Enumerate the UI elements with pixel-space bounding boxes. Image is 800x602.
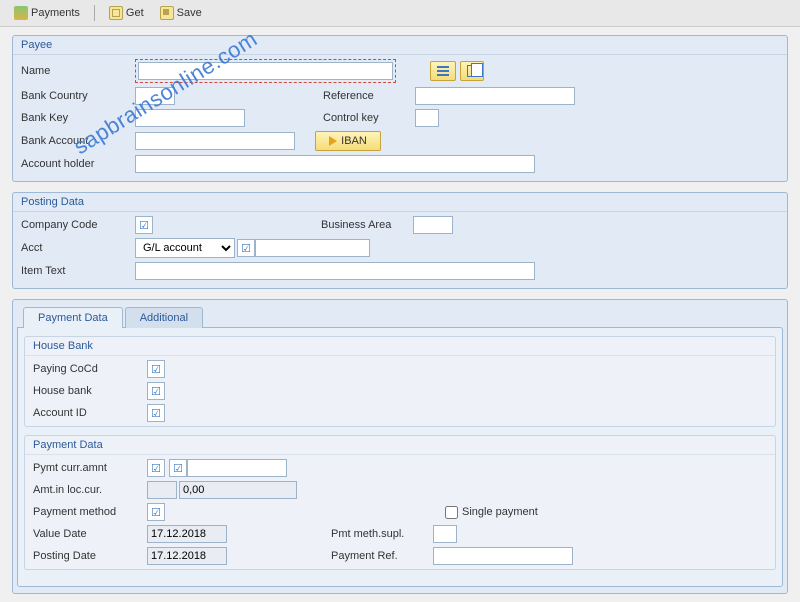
bank-account-label: Bank Account [17, 135, 135, 147]
name-label: Name [17, 65, 135, 77]
pymt-curr-label: Pymt curr.amnt [29, 462, 147, 474]
acct-check[interactable]: ☑ [237, 239, 255, 257]
toolbar: Payments Get Save [0, 0, 800, 27]
get-icon [109, 6, 123, 20]
company-code-label: Company Code [17, 219, 135, 231]
control-key-label: Control key [315, 112, 415, 124]
copy-button[interactable] [460, 61, 484, 81]
house-bank-title: House Bank [25, 337, 775, 356]
control-key-input[interactable] [415, 109, 439, 127]
copy-icon [467, 65, 477, 77]
tabs-container: Payment Data Additional House Bank Payin… [12, 299, 788, 594]
payment-data-title: Payment Data [25, 436, 775, 455]
value-date-input[interactable] [147, 525, 227, 543]
house-bank-panel: House Bank Paying CoCd ☑ House bank ☑ Ac… [24, 336, 776, 427]
reference-input[interactable] [415, 87, 575, 105]
payee-title: Payee [13, 36, 787, 55]
payments-label: Payments [31, 7, 80, 19]
list-icon [437, 66, 449, 76]
item-text-label: Item Text [17, 265, 135, 277]
posting-date-label: Posting Date [29, 550, 147, 562]
payment-ref-label: Payment Ref. [323, 550, 433, 562]
payments-icon [14, 6, 28, 20]
payment-method-check[interactable]: ☑ [147, 503, 165, 521]
paying-cocd-label: Paying CoCd [29, 363, 147, 375]
save-label: Save [177, 7, 202, 19]
pymt-curr-check[interactable]: ☑ [147, 459, 165, 477]
get-label: Get [126, 7, 144, 19]
house-bank-label: House bank [29, 385, 147, 397]
reference-label: Reference [315, 90, 415, 102]
single-payment-checkbox[interactable] [445, 506, 458, 519]
bank-key-label: Bank Key [17, 112, 135, 124]
acct-extra-input[interactable] [255, 239, 370, 257]
arrow-right-icon [329, 136, 337, 146]
save-icon [160, 6, 174, 20]
account-holder-input[interactable] [135, 155, 535, 173]
pymt-curr-check2[interactable]: ☑ [169, 459, 187, 477]
house-bank-check[interactable]: ☑ [147, 382, 165, 400]
get-button[interactable]: Get [103, 4, 150, 22]
posting-panel: Posting Data Company Code ☑ Business Are… [12, 192, 788, 289]
payee-panel: Payee Name Bank Country Reference Bank K… [12, 35, 788, 182]
acct-label: Acct [17, 242, 135, 254]
separator [94, 5, 95, 21]
pymt-curr-extra-input[interactable] [187, 459, 287, 477]
tab-payment-data[interactable]: Payment Data [23, 307, 123, 328]
company-code-check[interactable]: ☑ [135, 216, 153, 234]
bank-key-input[interactable] [135, 109, 245, 127]
business-area-input[interactable] [413, 216, 453, 234]
bank-account-input[interactable] [135, 132, 295, 150]
payment-ref-input[interactable] [433, 547, 573, 565]
posting-title: Posting Data [13, 193, 787, 212]
account-holder-label: Account holder [17, 158, 135, 170]
single-payment-label: Single payment [462, 506, 538, 518]
paying-cocd-check[interactable]: ☑ [147, 360, 165, 378]
amt-loc-value [179, 481, 297, 499]
tab-additional[interactable]: Additional [125, 307, 203, 328]
acct-select[interactable]: G/L account [135, 238, 235, 258]
value-date-label: Value Date [29, 528, 147, 540]
pmt-meth-supl-input[interactable] [433, 525, 457, 543]
name-input[interactable] [138, 62, 393, 80]
payment-method-label: Payment method [29, 506, 147, 518]
save-button[interactable]: Save [154, 4, 208, 22]
account-id-check[interactable]: ☑ [147, 404, 165, 422]
payments-button[interactable]: Payments [8, 4, 86, 22]
payment-data-panel: Payment Data Pymt curr.amnt ☑ ☑ Amt.in l… [24, 435, 776, 570]
amt-loc-blank [147, 481, 177, 499]
amt-loc-label: Amt.in loc.cur. [29, 484, 147, 496]
bank-country-input[interactable] [135, 87, 175, 105]
list-button[interactable] [430, 61, 456, 81]
account-id-label: Account ID [29, 407, 147, 419]
posting-date-input[interactable] [147, 547, 227, 565]
iban-button[interactable]: IBAN [315, 131, 381, 151]
item-text-input[interactable] [135, 262, 535, 280]
iban-label: IBAN [341, 135, 367, 147]
business-area-label: Business Area [313, 219, 413, 231]
pmt-meth-supl-label: Pmt meth.supl. [323, 528, 433, 540]
bank-country-label: Bank Country [17, 90, 135, 102]
